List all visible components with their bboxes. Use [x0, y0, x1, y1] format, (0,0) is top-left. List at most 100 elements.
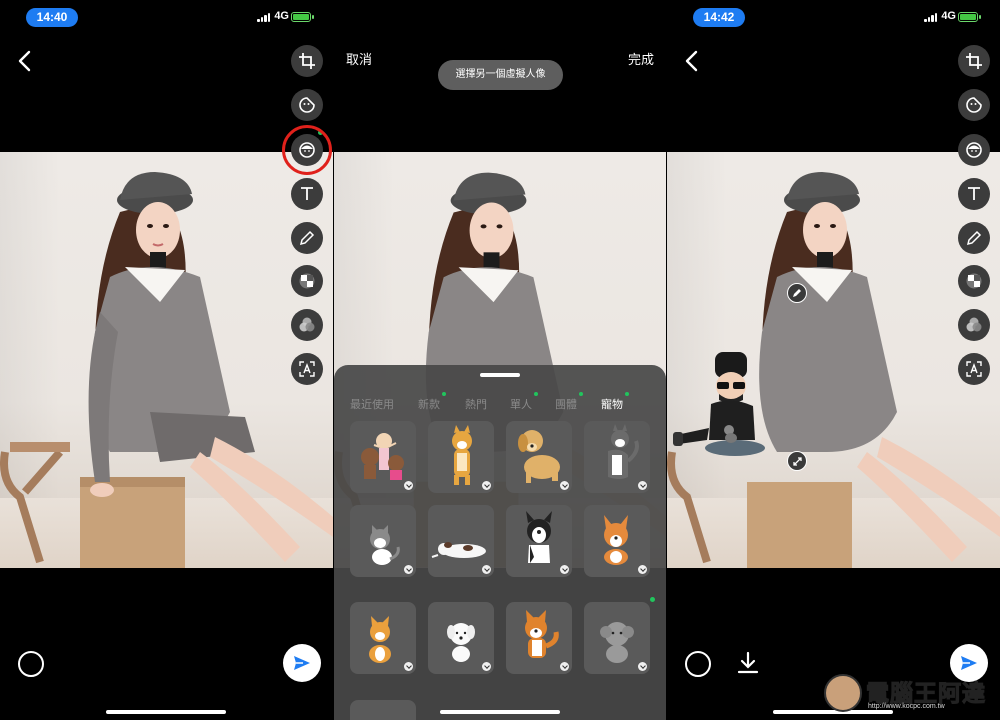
- avatar-picker-screen: 取消 完成 選擇另一個虛擬人像 最近使用 新款 熱門 單人 團體 寵物: [334, 0, 666, 720]
- back-icon[interactable]: [14, 48, 36, 74]
- filter-icon: [299, 317, 315, 332]
- crop-tool-button[interactable]: [291, 45, 323, 77]
- send-button[interactable]: [283, 644, 321, 682]
- avatar-tile-corgi[interactable]: [584, 505, 650, 577]
- signal-icon: [257, 12, 271, 22]
- avatar-tile-french-bulldog[interactable]: [506, 505, 572, 577]
- network-label: 4G: [941, 10, 956, 22]
- crop-icon: [299, 53, 315, 69]
- download-icon: [404, 565, 413, 574]
- avatar-tile-partial[interactable]: [350, 700, 416, 720]
- sticker-tool-button[interactable]: [958, 89, 990, 121]
- sticker-icon: [299, 97, 315, 113]
- editor-screen-before: 14:40 4G: [0, 0, 333, 720]
- avatar-tile-white-dog[interactable]: [428, 602, 494, 674]
- mosaic-icon: [299, 273, 315, 289]
- watermark-url: http://www.kocpc.com.tw: [868, 703, 945, 710]
- record-button[interactable]: [685, 651, 711, 677]
- network-label: 4G: [274, 10, 289, 22]
- pen-icon: [966, 230, 982, 246]
- tab-group[interactable]: 團體: [555, 396, 577, 412]
- filter-icon: [966, 317, 982, 332]
- avatar-tile-husky[interactable]: [584, 421, 650, 493]
- sheet-grip[interactable]: [480, 373, 520, 377]
- sticker-icon: [966, 97, 982, 113]
- signal-icon: [924, 12, 938, 22]
- tab-popular[interactable]: 熱門: [465, 396, 487, 412]
- avatar-tile-akita[interactable]: [506, 602, 572, 674]
- avatar-icon: [966, 142, 982, 158]
- download-icon: [560, 565, 569, 574]
- ocr-icon: [299, 361, 315, 377]
- new-dot: [650, 597, 655, 602]
- rotate-avatar-handle[interactable]: [787, 451, 807, 471]
- avatar-sheet: 最近使用 新款 熱門 單人 團體 寵物: [334, 365, 666, 720]
- photo-canvas[interactable]: [0, 152, 333, 568]
- download-icon: [560, 662, 569, 671]
- download-icon: [482, 481, 491, 490]
- avatar-tool-button[interactable]: [958, 134, 990, 166]
- crop-icon: [966, 53, 982, 69]
- new-dot: [625, 392, 629, 396]
- tab-pets[interactable]: 寵物: [601, 396, 623, 412]
- editor-screen-after: 14:42 4G 電腦王阿達 http://www.kocpc.com.tw: [667, 0, 1000, 720]
- download-icon: [404, 481, 413, 490]
- category-tabs: 最近使用 新款 熱門 單人 團體 寵物: [348, 392, 652, 412]
- ocr-tool-button[interactable]: [291, 353, 323, 385]
- mosaic-icon: [966, 273, 982, 289]
- edit-avatar-pin[interactable]: [787, 283, 807, 303]
- text-icon: [968, 187, 980, 200]
- status-bar: 14:42 4G: [667, 6, 1000, 28]
- download-icon: [404, 662, 413, 671]
- avatar-tile-shiba-sitting[interactable]: [350, 602, 416, 674]
- download-icon: [482, 565, 491, 574]
- download-icon: [638, 662, 647, 671]
- new-dot: [534, 392, 538, 396]
- placed-avatar-sticker[interactable]: [673, 348, 773, 468]
- text-tool-button[interactable]: [291, 178, 323, 210]
- avatar-tile-shiba-standing[interactable]: [428, 421, 494, 493]
- battery-icon: [958, 12, 981, 22]
- text-tool-button[interactable]: [958, 178, 990, 210]
- tab-new[interactable]: 新款: [418, 396, 440, 412]
- tab-single[interactable]: 單人: [510, 396, 532, 412]
- mosaic-tool-button[interactable]: [291, 265, 323, 297]
- download-icon: [638, 481, 647, 490]
- choose-avatar-tooltip[interactable]: 選擇另一個虛擬人像: [438, 60, 563, 90]
- avatar-tile-couple[interactable]: [350, 421, 416, 493]
- avatar-tile-sleeping-dog[interactable]: [428, 505, 494, 577]
- home-indicator: [440, 710, 560, 714]
- record-button[interactable]: [18, 651, 44, 677]
- pen-icon: [793, 289, 801, 297]
- pen-tool-button[interactable]: [958, 222, 990, 254]
- download-icon[interactable]: [737, 651, 759, 675]
- avatar-tile-golden-retriever[interactable]: [506, 421, 572, 493]
- ocr-tool-button[interactable]: [958, 353, 990, 385]
- back-icon[interactable]: [681, 48, 703, 74]
- done-button[interactable]: 完成: [628, 49, 654, 68]
- highlight-ring: [282, 125, 332, 175]
- home-indicator: [106, 710, 226, 714]
- download-icon: [638, 565, 647, 574]
- text-icon: [301, 187, 313, 200]
- new-dot: [579, 392, 583, 396]
- crop-tool-button[interactable]: [958, 45, 990, 77]
- status-time: 14:40: [26, 8, 78, 27]
- download-icon: [560, 481, 569, 490]
- filter-tool-button[interactable]: [291, 309, 323, 341]
- photo-canvas[interactable]: [667, 152, 1000, 568]
- ocr-icon: [966, 361, 982, 377]
- avatar-tile-grey-poodle[interactable]: [584, 602, 650, 674]
- filter-tool-button[interactable]: [958, 309, 990, 341]
- watermark-logo: [824, 674, 862, 712]
- avatar-tile-cat[interactable]: [350, 505, 416, 577]
- pen-tool-button[interactable]: [291, 222, 323, 254]
- cancel-button[interactable]: 取消: [346, 49, 372, 68]
- new-dot: [442, 392, 446, 396]
- sticker-tool-button[interactable]: [291, 89, 323, 121]
- battery-icon: [291, 12, 314, 22]
- rotate-icon: [792, 456, 802, 466]
- tab-recent[interactable]: 最近使用: [350, 396, 394, 412]
- mosaic-tool-button[interactable]: [958, 265, 990, 297]
- download-icon: [482, 662, 491, 671]
